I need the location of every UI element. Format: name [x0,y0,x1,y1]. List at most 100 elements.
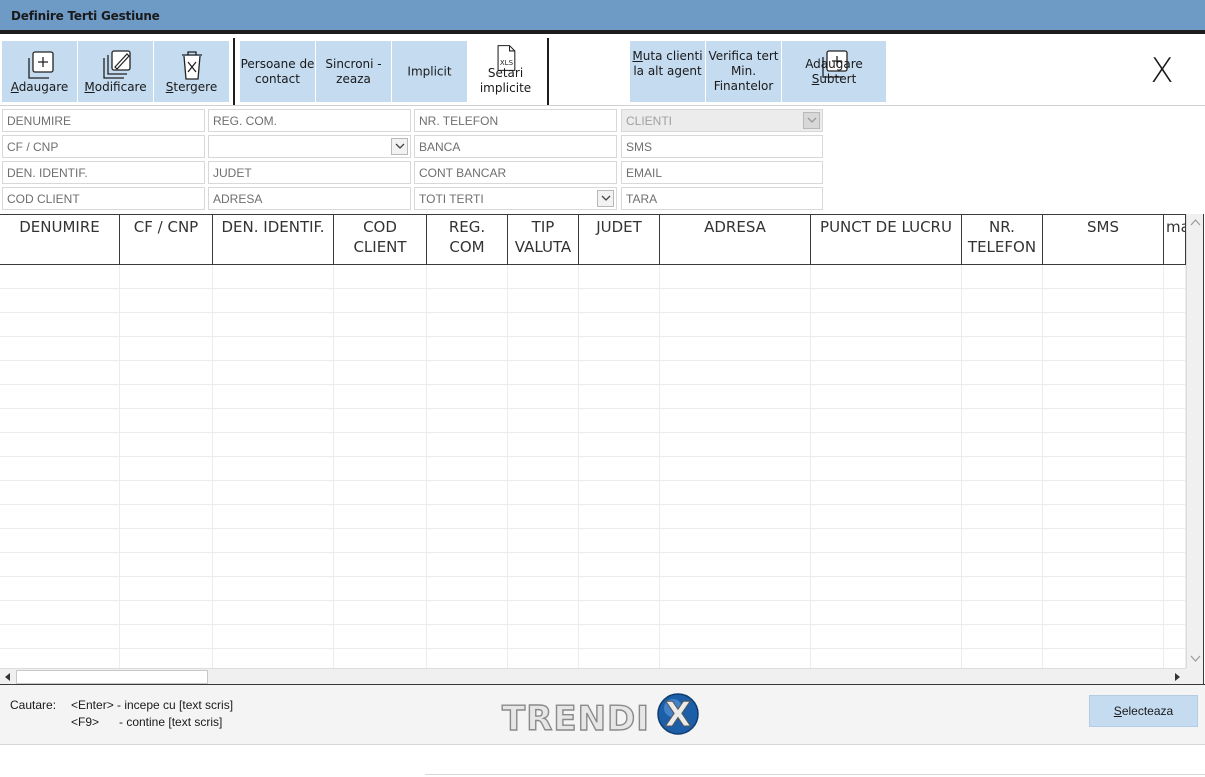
sync-button[interactable]: Sincroni - zeaza [316,41,391,102]
table-row[interactable] [0,649,1186,668]
table-row[interactable] [0,553,1186,577]
table-row[interactable] [0,601,1186,625]
grid-body[interactable] [0,265,1186,668]
column-header-line: TELEFON [967,238,1037,256]
table-row[interactable] [0,289,1186,313]
column-header-line: VALUTA [514,238,572,256]
categorie-select[interactable]: CLIENTI [621,109,823,132]
table-row[interactable] [0,505,1186,529]
email-input[interactable]: EMAIL [621,161,823,184]
column-header-line: ADRESA [704,218,766,236]
tara-input[interactable]: TARA [621,187,823,210]
table-row[interactable] [0,265,1186,289]
scroll-right-icon[interactable] [1171,671,1183,683]
judet-input[interactable]: JUDET [208,161,411,184]
tip-terti-value: TOTI TERTI [419,192,484,206]
table-row[interactable] [0,385,1186,409]
terti-grid[interactable]: DENUMIRE CF / CNP DEN. IDENTIF. COD CLIENT RE… [0,214,1186,668]
implicit-label: Implicit [407,64,452,78]
denumire-input[interactable]: DENUMIRE [2,109,205,132]
verify-button[interactable]: Verifica tert Min. Finantelor [706,41,781,102]
table-row[interactable] [0,529,1186,553]
contacts-label: Persoane de contact [240,56,315,86]
svg-text:TRENDI: TRENDI [502,699,650,739]
select-button[interactable]: Selecteaza [1089,695,1198,727]
adresa-input[interactable]: ADRESA [208,187,411,210]
xls-settings-label: Setari implicite [479,66,532,95]
column-header[interactable]: ADRESA [660,215,811,264]
hint-enter-key: <Enter> [71,698,114,712]
cf-cnp-input[interactable]: CF / CNP [2,135,205,158]
edit-icon [102,50,131,79]
column-header[interactable]: CF / CNP [120,215,213,264]
column-header[interactable]: JUDET [579,215,660,264]
delete-button[interactable]: Stergere [154,41,229,102]
contacts-button[interactable]: Persoane de contact [240,41,315,102]
chevron-down-icon[interactable] [391,138,408,155]
toolbar-separator [547,38,549,105]
categorie-value: CLIENTI [626,114,673,128]
den-identif-input[interactable]: DEN. IDENTIF. [2,161,205,184]
column-header-line: COM [449,238,485,256]
reg-com-input[interactable]: REG. COM. [208,109,411,132]
move-clients-button[interactable]: Muta clienti la alt agent [630,41,705,102]
add-subtert-button[interactable]: Adaugare Subtert [782,41,886,102]
table-row[interactable] [0,625,1186,649]
window-title: Definire Terti Gestiune [0,0,1205,30]
hint-enter-text: - incepe cu [text scris] [117,698,234,712]
column-header[interactable]: TIP VALUTA [508,215,579,264]
grid-right-border [1203,214,1204,684]
column-header[interactable]: REG. COM [427,215,508,264]
nr-telefon-input[interactable]: NR. TELEFON [414,109,617,132]
table-row[interactable] [0,457,1186,481]
implicit-button[interactable]: Implicit [392,41,467,102]
table-row[interactable] [0,313,1186,337]
edit-button[interactable]: Modificare [78,41,153,102]
xls-settings-button[interactable]: XLS Setari implicite [468,41,543,102]
horizontal-scroll-thumb[interactable] [16,670,208,684]
add-icon [27,51,54,79]
svg-text:X: X [665,695,691,735]
column-header[interactable]: DENUMIRE [0,215,120,264]
column-header[interactable]: PUNCT DE LUCRU [811,215,962,264]
column-header-line: CF / CNP [133,218,199,236]
blank-combo[interactable] [208,135,411,158]
table-row[interactable] [0,409,1186,433]
sms-input[interactable]: SMS [621,135,823,158]
scroll-left-icon[interactable] [2,671,14,683]
toolbar: Adaugare Modificare Stergere Persoane de… [0,34,1205,106]
cont-bancar-input[interactable]: CONT BANCAR [414,161,617,184]
table-row[interactable] [0,361,1186,385]
chevron-down-icon[interactable] [597,190,614,207]
cod-client-input[interactable]: COD CLIENT [2,187,205,210]
scroll-down-icon[interactable] [1187,650,1204,667]
scroll-up-icon[interactable] [1187,214,1204,231]
scroll-corner [1186,668,1203,684]
toolbar-separator [233,38,235,105]
column-header[interactable]: SMS [1043,215,1164,264]
table-row[interactable] [0,433,1186,457]
add-label: Adaugare [10,80,69,94]
add-subtert-label: Adaugare Subtert [805,57,863,86]
vertical-scrollbar[interactable] [1186,214,1204,668]
grid-header: DENUMIRE CF / CNP DEN. IDENTIF. COD CLIENT RE… [0,214,1186,265]
column-header[interactable]: COD CLIENT [334,215,427,264]
column-header[interactable]: DEN. IDENTIF. [213,215,334,264]
column-header-line: PUNCT DE LUCRU [820,218,952,236]
column-header[interactable]: ma [1164,215,1186,264]
add-button[interactable]: Adaugare [2,41,77,102]
column-header-line: NR. [989,218,1015,236]
close-button[interactable]: X [1125,41,1199,102]
column-header[interactable]: NR. TELEFON [962,215,1043,264]
horizontal-scrollbar[interactable] [0,668,1186,684]
table-row[interactable] [0,577,1186,601]
trash-icon [181,51,202,80]
column-header-line: COD [363,218,397,236]
column-header-line: REG. [448,218,486,236]
banca-input[interactable]: BANCA [414,135,617,158]
table-row[interactable] [0,337,1186,361]
table-row[interactable] [0,481,1186,505]
column-header-line: CLIENT [353,238,407,256]
tip-terti-select[interactable]: TOTI TERTI [414,187,617,210]
edit-label: Modificare [84,80,147,94]
